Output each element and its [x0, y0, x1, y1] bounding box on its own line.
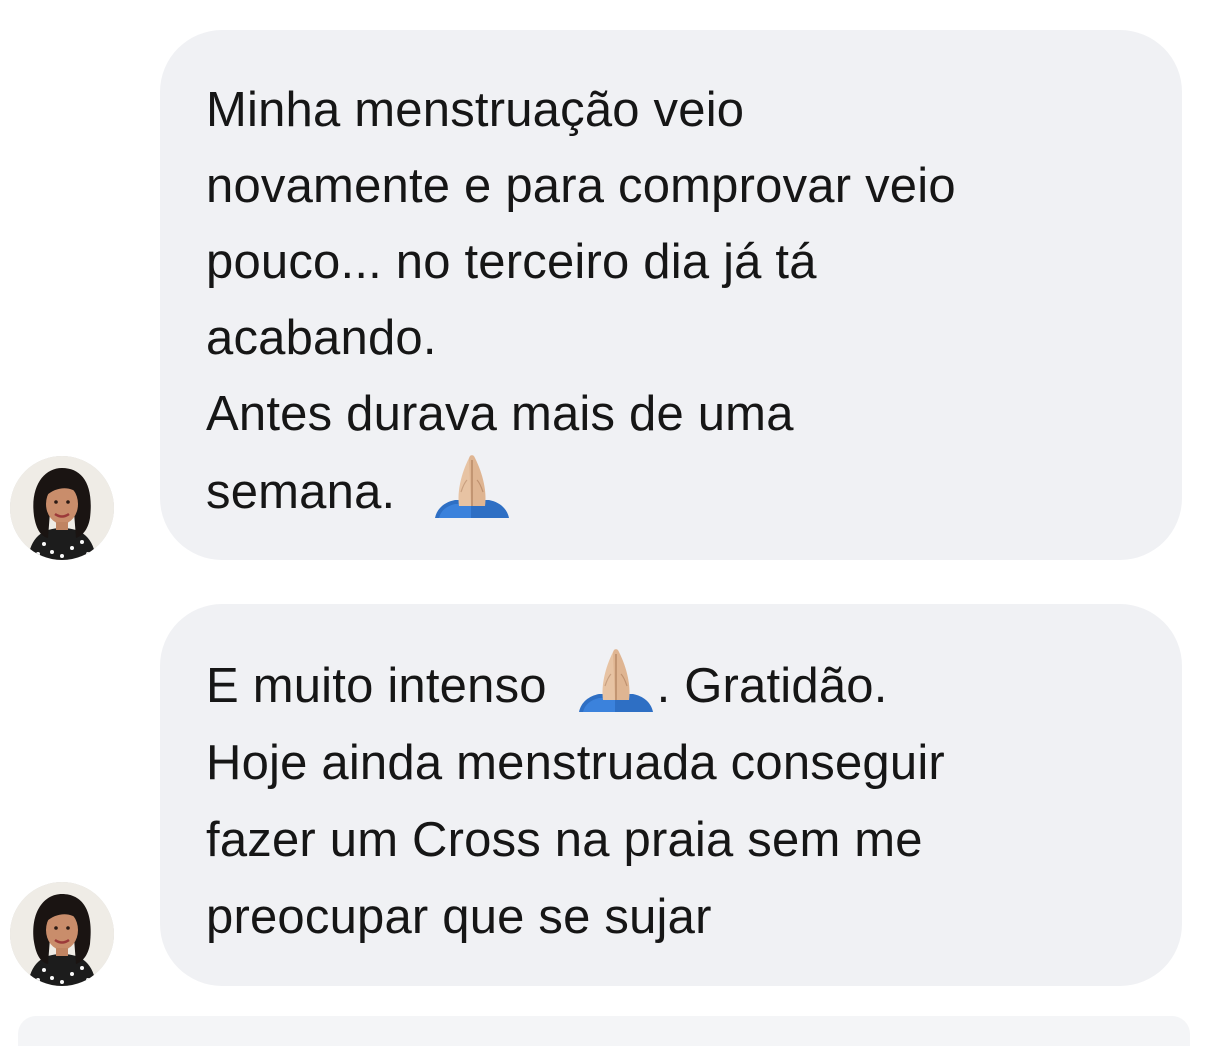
message-line: Hoje ainda menstruada conseguir — [206, 736, 945, 790]
message-line: Minha menstruação veio — [206, 83, 745, 137]
message-text: . Gratidão. — [656, 659, 888, 713]
message-line: pouco... no terceiro dia já tá — [206, 235, 817, 289]
message-line: semana. — [206, 452, 1142, 530]
message-row: E muito intenso . Gratidão. Hoje ainda m… — [0, 604, 1206, 986]
message-line: fazer um Cross na praia sem me — [206, 813, 923, 867]
message-row: Minha menstruação veio novamente e para … — [0, 30, 1206, 560]
message-thread: Minha menstruação veio novamente e para … — [0, 0, 1206, 1046]
message-line: novamente e para comprovar veio — [206, 159, 956, 213]
message-text: semana. — [206, 465, 396, 519]
folded-hands-icon — [575, 646, 657, 712]
next-message-bubble-edge — [18, 1016, 1190, 1046]
message-line: Antes durava mais de uma — [206, 387, 794, 441]
message-bubble[interactable]: Minha menstruação veio novamente e para … — [160, 30, 1182, 560]
message-line: acabando. — [206, 311, 437, 365]
avatar[interactable] — [10, 456, 114, 560]
message-line: E muito intenso . Gratidão. — [206, 646, 1142, 725]
avatar[interactable] — [10, 882, 114, 986]
folded-hands-icon — [431, 452, 513, 518]
message-text: E muito intenso — [206, 659, 547, 713]
message-bubble[interactable]: E muito intenso . Gratidão. Hoje ainda m… — [160, 604, 1182, 986]
message-line: preocupar que se sujar — [206, 890, 712, 944]
